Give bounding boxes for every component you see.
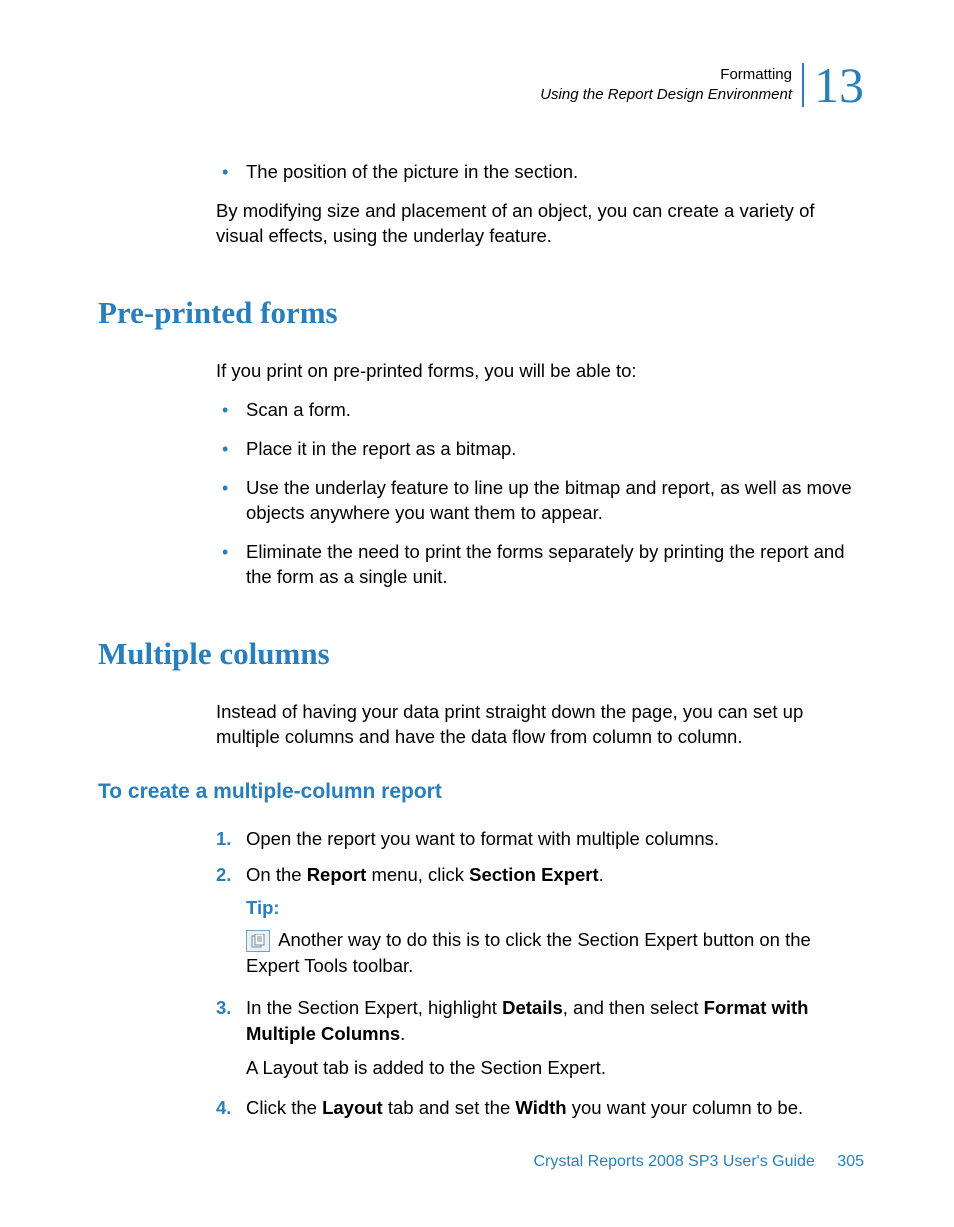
section2-lead: Instead of having your data print straig… bbox=[216, 700, 864, 750]
header-text: Formatting Using the Report Design Envir… bbox=[540, 65, 792, 106]
step-1: Open the report you want to format with … bbox=[216, 826, 864, 852]
bold-report: Report bbox=[307, 864, 367, 885]
page-number: 305 bbox=[837, 1153, 864, 1170]
footer-title: Crystal Reports 2008 SP3 User's Guide bbox=[533, 1153, 814, 1170]
list-item: Use the underlay feature to line up the … bbox=[216, 476, 864, 526]
section1-bullets: Scan a form. Place it in the report as a… bbox=[216, 398, 864, 590]
step3-after: A Layout tab is added to the Section Exp… bbox=[246, 1055, 864, 1081]
subsection-heading: To create a multiple-column report bbox=[98, 780, 864, 804]
bold-layout: Layout bbox=[322, 1097, 383, 1118]
step-text: . bbox=[400, 1023, 405, 1044]
tip-label: Tip: bbox=[246, 895, 864, 921]
list-item: The position of the picture in the secti… bbox=[216, 160, 864, 185]
steps-list: Open the report you want to format with … bbox=[216, 826, 864, 1121]
step-text: tab and set the bbox=[383, 1097, 516, 1118]
step-3: In the Section Expert, highlight Details… bbox=[216, 995, 864, 1081]
bold-details: Details bbox=[502, 997, 563, 1018]
list-item: Place it in the report as a bitmap. bbox=[216, 437, 864, 462]
bold-section-expert: Section Expert bbox=[469, 864, 599, 885]
tip-block: Tip: Another way to do this is to click … bbox=[246, 895, 864, 979]
tip-text: Another way to do this is to click the S… bbox=[246, 929, 811, 976]
header-line1: Formatting bbox=[540, 65, 792, 85]
step-text: you want your column to be. bbox=[567, 1097, 804, 1118]
intro-bullet-list: The position of the picture in the secti… bbox=[216, 160, 864, 185]
step-text: . bbox=[599, 864, 604, 885]
intro-paragraph: By modifying size and placement of an ob… bbox=[216, 199, 864, 249]
section-heading-preprinted: Pre-printed forms bbox=[98, 295, 864, 331]
list-item: Eliminate the need to print the forms se… bbox=[216, 540, 864, 590]
step-4: Click the Layout tab and set the Width y… bbox=[216, 1095, 864, 1121]
step-text: menu, click bbox=[366, 864, 469, 885]
page-header: Formatting Using the Report Design Envir… bbox=[98, 60, 864, 110]
page-footer: Crystal Reports 2008 SP3 User's Guide 30… bbox=[533, 1153, 864, 1171]
step-text: , and then select bbox=[563, 997, 704, 1018]
section-expert-icon bbox=[246, 930, 270, 952]
step-2: On the Report menu, click Section Expert… bbox=[216, 862, 864, 980]
step-text: On the bbox=[246, 864, 307, 885]
chapter-number: 13 bbox=[814, 60, 864, 110]
header-divider bbox=[802, 63, 804, 107]
section1-lead: If you print on pre-printed forms, you w… bbox=[216, 359, 864, 384]
header-line2: Using the Report Design Environment bbox=[540, 85, 792, 105]
section-heading-multicol: Multiple columns bbox=[98, 636, 864, 672]
list-item: Scan a form. bbox=[216, 398, 864, 423]
step-text: In the Section Expert, highlight bbox=[246, 997, 502, 1018]
step-text: Click the bbox=[246, 1097, 322, 1118]
bold-width: Width bbox=[515, 1097, 566, 1118]
